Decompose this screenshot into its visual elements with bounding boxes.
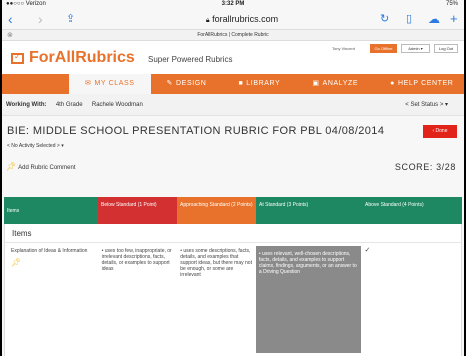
add-comment-label: Add Rubric Comment [18, 165, 76, 171]
status-bar: ●●○○○ Verizon 3:32 PM 75% [2, 0, 464, 9]
header-above-standard: Above Standard (4 Points) [362, 197, 462, 224]
activity-dropdown[interactable]: < No Activity Selected > ▾ [7, 143, 64, 149]
bookmarks-icon[interactable]: ▯ [406, 12, 412, 26]
score-display: SCORE: 3/28 [394, 162, 456, 172]
nav-help-center[interactable]: ● HELP CENTER [374, 74, 464, 94]
new-tab-icon[interactable]: + [450, 12, 458, 26]
user-name: Tony Vincent [332, 46, 355, 51]
criterion-at-standard-selected[interactable]: • uses relevant, well-chosen description… [255, 246, 362, 353]
nav-label: ANALYZE [322, 80, 359, 87]
nav-library[interactable]: ■ LIBRARY [222, 74, 296, 94]
share-icon[interactable]: ⇪ [66, 12, 75, 26]
pencil-icon: ✎ [166, 80, 174, 87]
tagline: Super Powered Rubrics [148, 55, 233, 64]
screen: ●●○○○ Verizon 3:32 PM 75% ‹ › ⇪ 🔒︎ foral… [2, 0, 464, 356]
item-cell: Explanation of Ideas & Information 📌︎ [5, 243, 99, 356]
battery-level: 75% [445, 1, 458, 7]
envelope-icon: ✉ [85, 80, 92, 87]
student-name[interactable]: Rachele Woodman [92, 102, 143, 108]
rubric-header: BIE: MIDDLE SCHOOL PRESENTATION RUBRIC F… [2, 116, 464, 196]
cloud-icon[interactable]: ☁ [428, 12, 440, 26]
nav-analyze[interactable]: ▣ ANALYZE [296, 74, 374, 94]
criterion-above-standard[interactable]: ✓ [361, 243, 461, 356]
working-with-label: Working With: [6, 102, 47, 108]
chat-icon: ● [390, 80, 395, 87]
nav-label: LIBRARY [246, 80, 281, 87]
reload-icon[interactable]: ↻ [380, 12, 389, 26]
working-with-bar: Working With: 4th Grade Rachele Woodman … [2, 94, 464, 116]
table-row: Explanation of Ideas & Information 📌︎ • … [4, 243, 462, 356]
lock-icon: 🔒︎ [205, 17, 210, 24]
logo[interactable]: ForAllRubrics [29, 49, 135, 67]
close-tab-icon[interactable]: ⊗ [7, 30, 13, 41]
nav-my-class[interactable]: ✉ MY CLASS [69, 74, 151, 94]
main-nav: ✉ MY CLASS ✎ DESIGN ■ LIBRARY ▣ ANALYZE ● HEL… [2, 74, 464, 94]
set-status-dropdown[interactable]: < Set Status > ▾ [405, 94, 448, 116]
admin-menu-button[interactable]: Admin ▾ [401, 44, 430, 53]
tab-title-bar: ⊗ ForAllRubrics | Complete Rubric [2, 30, 464, 41]
logout-button[interactable]: Log Out [434, 44, 458, 53]
logo-icon [11, 52, 24, 64]
clock: 3:32 PM [221, 1, 245, 7]
chart-icon: ▣ [312, 80, 320, 87]
item-name: Explanation of Ideas & Information [11, 248, 88, 254]
header-approaching-standard: Approaching Standard (2 Points) [177, 197, 256, 224]
header-below-standard: Below Standard (1 Point) [98, 197, 177, 224]
url-text: forallrubrics.com [212, 14, 279, 24]
browser-toolbar: ‹ › ⇪ 🔒︎ forallrubrics.com ↻ ▯ ☁ + [2, 9, 464, 30]
section-heading: Items [4, 224, 462, 243]
nav-label: DESIGN [176, 80, 207, 87]
forward-icon[interactable]: › [38, 12, 43, 26]
criterion-below-standard[interactable]: • uses too few, inappropriate, or irrele… [99, 243, 178, 356]
add-rubric-comment[interactable]: 📌︎ Add Rubric Comment [6, 162, 76, 171]
nav-label: MY CLASS [94, 80, 135, 87]
header-items: Items [4, 197, 98, 224]
book-icon: ■ [238, 80, 244, 87]
device-frame: ●●○○○ Verizon 3:32 PM 75% ‹ › ⇪ 🔒︎ foral… [0, 0, 466, 356]
rubric-table: Items Below Standard (1 Point) Approachi… [4, 197, 462, 356]
done-button[interactable]: ‹ Done [423, 125, 457, 138]
table-header: Items Below Standard (1 Point) Approachi… [4, 197, 462, 224]
go-offline-button[interactable]: Go Offline [370, 44, 397, 53]
pushpin-icon: 📌︎ [6, 162, 17, 171]
address-bar[interactable]: 🔒︎ forallrubrics.com [142, 12, 342, 26]
grade-label[interactable]: 4th Grade [56, 102, 83, 108]
app-header: ForAllRubrics Super Powered Rubrics Tony… [2, 41, 464, 74]
comment-pin-icon[interactable]: 📌︎ [11, 259, 96, 267]
nav-design[interactable]: ✎ DESIGN [151, 74, 223, 94]
nav-label: HELP CENTER [397, 80, 454, 87]
tab-title: ForAllRubrics | Complete Rubric [197, 32, 269, 38]
page-title: BIE: MIDDLE SCHOOL PRESENTATION RUBRIC F… [7, 125, 385, 137]
criterion-approaching-standard[interactable]: • uses some descriptions, facts, details… [177, 243, 256, 356]
back-icon[interactable]: ‹ [8, 12, 13, 26]
header-at-standard: At Standard (3 Points) [256, 197, 362, 224]
